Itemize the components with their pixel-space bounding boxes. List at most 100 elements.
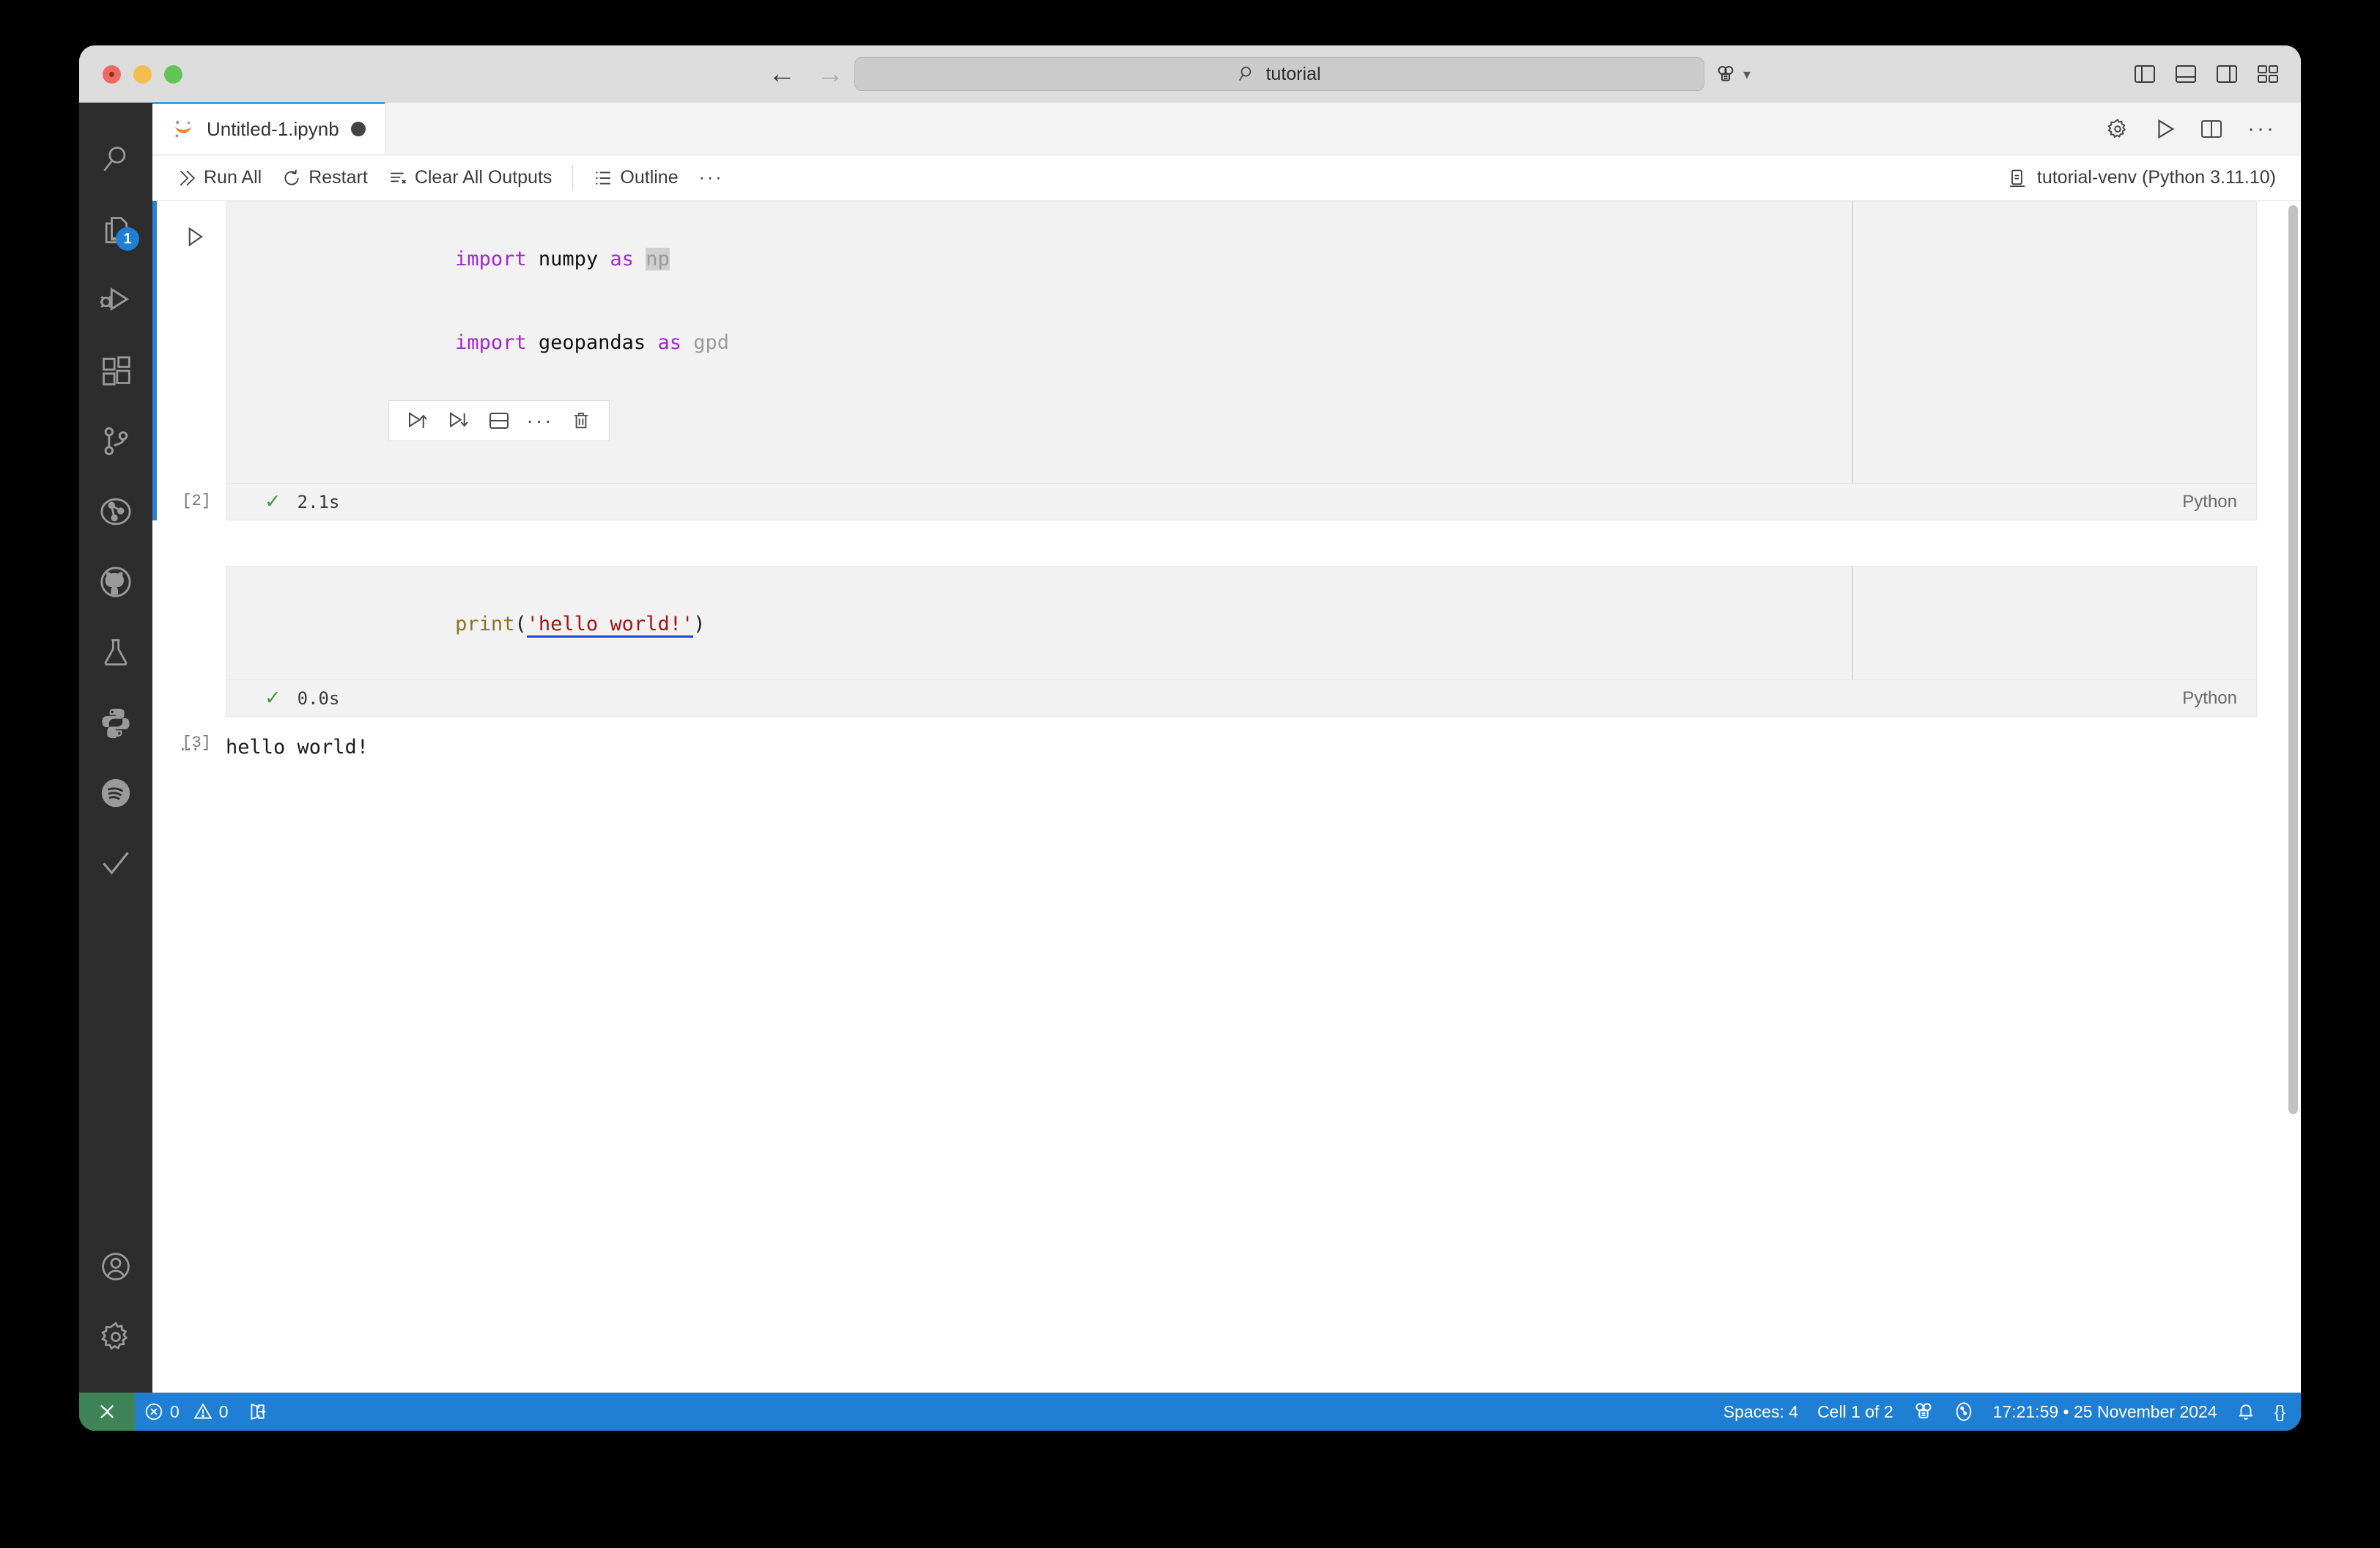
activity-item-testing[interactable] [79, 617, 152, 688]
cell-status-bar: ✓ 0.0s Python [226, 680, 2257, 717]
outline-label: Outline [620, 167, 679, 188]
jupyter-status[interactable] [1944, 1393, 1984, 1431]
check-icon [103, 852, 129, 875]
notebook-scrollbar-thumb[interactable] [2288, 205, 2298, 1114]
activity-item-search[interactable] [79, 125, 152, 195]
cell-editor[interactable]: print('hello world!') [226, 566, 2257, 680]
activity-item-github[interactable] [79, 547, 152, 617]
activity-item-source-control[interactable] [79, 406, 152, 476]
go-forward-icon[interactable]: → [816, 60, 844, 88]
cell-language-label[interactable]: Python [2182, 688, 2256, 709]
activity-bar: 1 [79, 103, 152, 1393]
notebook-canvas[interactable]: [2] import numpy as np import geopandas … [152, 201, 2301, 1393]
kernel-label: tutorial-venv (Python 3.11.10) [2036, 167, 2276, 188]
notebook-settings-gear-icon[interactable] [2107, 118, 2129, 140]
tab-bar: Untitled-1.ipynb ··· [152, 102, 2301, 155]
cell-gutter: [2] [152, 201, 226, 520]
split-cell-icon[interactable] [478, 400, 520, 441]
more-actions-icon[interactable]: ··· [2247, 118, 2276, 140]
notebook-cell[interactable]: [3] print('hello world!') ✓ 0.0s Python … [152, 566, 2257, 762]
extensions-icon [103, 356, 130, 386]
activity-item-spotify[interactable] [79, 758, 152, 828]
error-icon [145, 1403, 163, 1420]
cell-editor[interactable]: import numpy as np import geopandas as g… [226, 201, 2257, 484]
activity-item-todo-tree[interactable] [79, 828, 152, 899]
brackets-status[interactable]: {} [2265, 1393, 2295, 1431]
toggle-secondary-sidebar-icon[interactable] [2216, 64, 2238, 84]
cell-duration: 2.1s [297, 491, 340, 512]
toggle-primary-sidebar-icon[interactable] [2134, 64, 2156, 84]
output-text: hello world! [226, 736, 369, 759]
execute-cell-button[interactable] [183, 226, 205, 248]
vscode-window: ← → tutorial ▾ 1 Untitled-1.ipynb ··· Ru… [79, 45, 2301, 1431]
spotify-icon [101, 778, 130, 808]
run-notebook-icon[interactable] [2154, 118, 2176, 140]
run-above-icon[interactable] [396, 400, 437, 441]
status-bar: 0 0 Spaces: 4 Cell 1 of 2 17:21:59 • 25 … [79, 1393, 2301, 1431]
run-below-icon[interactable] [437, 400, 478, 441]
ports-status[interactable] [238, 1393, 276, 1431]
cell-more-actions-icon[interactable]: ··· [520, 400, 561, 441]
workbench-body: 1 Untitled-1.ipynb ··· Run All Restart C… [79, 102, 2301, 1393]
activity-item-python[interactable] [79, 688, 152, 758]
outline-button[interactable]: Outline [583, 161, 688, 195]
remote-host-indicator[interactable]: ▾ [1715, 63, 1751, 85]
problems-status[interactable]: 0 0 [135, 1393, 238, 1431]
tab-untitled-1-ipynb[interactable]: Untitled-1.ipynb [152, 102, 385, 154]
activity-item-settings[interactable] [79, 1302, 152, 1372]
restart-icon [284, 169, 299, 185]
go-back-icon[interactable]: ← [768, 60, 796, 88]
run-all-button[interactable]: Run All [167, 161, 272, 195]
spaces-status[interactable]: Spaces: 4 [1714, 1393, 1808, 1431]
editor-area: Untitled-1.ipynb ··· Run All Restart Cle… [152, 102, 2301, 1393]
cell-position-label: Cell 1 of 2 [1817, 1401, 1893, 1421]
search-icon [103, 147, 126, 172]
close-window-button[interactable] [103, 64, 121, 84]
status-bar-right: Spaces: 4 Cell 1 of 2 17:21:59 • 25 Nove… [1714, 1393, 2301, 1431]
toggle-panel-icon[interactable] [2175, 64, 2197, 84]
activity-item-explorer[interactable]: 1 [79, 195, 152, 265]
error-count: 0 [170, 1401, 180, 1421]
remote-window-button[interactable] [79, 1393, 135, 1431]
kernel-icon [2009, 169, 2025, 187]
copilot-status[interactable] [1903, 1393, 1944, 1431]
cell-output: ··· hello world! [152, 717, 2257, 762]
cell-focus-indicator [152, 201, 157, 520]
customize-layout-icon[interactable] [2257, 64, 2279, 84]
activity-item-run-and-debug[interactable] [79, 265, 152, 336]
delete-cell-icon[interactable] [561, 400, 602, 441]
tab-dirty-indicator[interactable] [350, 122, 366, 136]
editor-vertical-rule [1852, 202, 1853, 483]
activity-item-extensions[interactable] [79, 336, 152, 406]
clear-all-outputs-button[interactable]: Clear All Outputs [378, 161, 563, 195]
notebook-cell[interactable]: [2] import numpy as np import geopandas … [152, 201, 2257, 520]
title-bar: ← → tutorial ▾ [79, 45, 2301, 103]
clock-status[interactable]: 17:21:59 • 25 November 2024 [1984, 1393, 2227, 1431]
split-editor-icon[interactable] [2200, 119, 2222, 139]
kernel-selector[interactable]: tutorial-venv (Python 3.11.10) [2007, 167, 2301, 188]
navigation-arrows: ← → [768, 60, 844, 88]
cell-content: print('hello world!') ✓ 0.0s Python ··· … [180, 566, 2257, 762]
copilot-icon [1915, 1403, 1932, 1419]
maximize-window-button[interactable] [164, 64, 182, 84]
notebook-more-actions-button[interactable]: ··· [689, 161, 734, 195]
minimize-window-button[interactable] [133, 64, 152, 84]
graph-circle-icon [100, 498, 131, 526]
code-line-2: import geopandas as gpd [455, 331, 730, 354]
cell-execution-count: [3] [182, 734, 211, 752]
cell-position-status[interactable]: Cell 1 of 2 [1808, 1393, 1903, 1431]
jupyter-status-icon [1956, 1402, 1971, 1421]
activity-item-accounts[interactable] [79, 1231, 152, 1302]
debug-icon [100, 287, 130, 312]
notebook-scrollbar-track[interactable] [2285, 201, 2301, 1393]
command-center-search[interactable]: tutorial [854, 57, 1704, 91]
restart-label: Restart [308, 167, 368, 188]
activity-item-graph[interactable] [79, 476, 152, 547]
restart-button[interactable]: Restart [272, 161, 378, 195]
cell-language-label[interactable]: Python [2182, 492, 2256, 512]
spaces-label: Spaces: 4 [1723, 1401, 1799, 1421]
run-cell-icon [188, 226, 203, 247]
notifications-status[interactable] [2227, 1393, 2265, 1431]
clock-label: 17:21:59 • 25 November 2024 [1992, 1401, 2217, 1421]
cell-execution-count: [2] [182, 492, 211, 510]
